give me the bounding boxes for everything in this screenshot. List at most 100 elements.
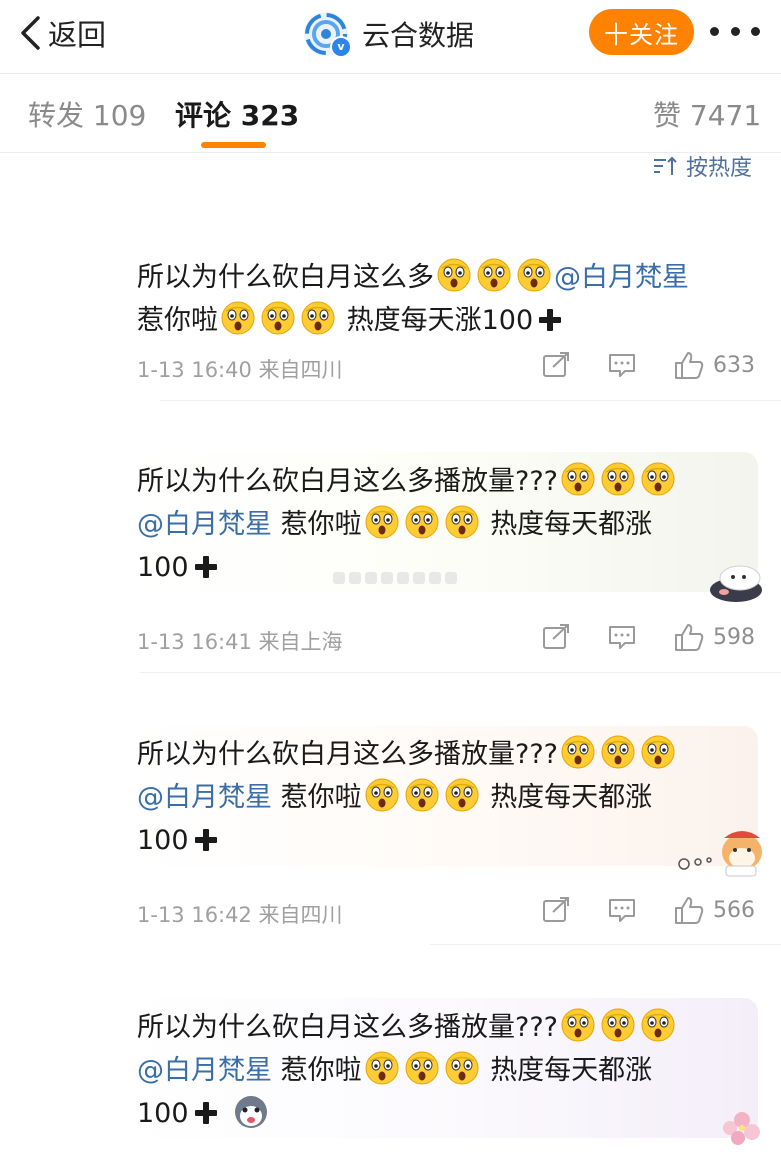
comment-text-part: 100 [137, 552, 189, 583]
comment-item: 所以为什么砍白月这么多 @白月梵星 惹你啦 热度每天涨100 1-13 16:40… [137, 256, 767, 382]
verified-badge-icon: v [330, 36, 352, 58]
shiba-sticker-icon [678, 831, 762, 877]
shocked-face-emoji [444, 778, 479, 812]
comment-meta: 1-13 16:40 来自四川 633 [137, 351, 767, 384]
comment-text-part: 所以为什么砍白月这么多播放量??? [137, 739, 558, 770]
comment-text: 所以为什么砍白月这么多播放量??? @白月梵星 惹你啦 热度每天都涨 100 [137, 733, 767, 862]
shocked-face-emoji [601, 462, 635, 496]
comment-meta: 1-13 16:41 来自上海 598 [137, 623, 767, 656]
mention-link[interactable]: @白月梵星 [137, 1055, 272, 1086]
share-icon[interactable] [541, 623, 571, 651]
shocked-face-emoji [301, 301, 335, 335]
comment-meta: 1-13 16:42 来自四川 566 [137, 896, 767, 929]
comment-text-part: 所以为什么砍白月这么多播放量??? [137, 1012, 558, 1043]
thumbs-up-icon [675, 352, 704, 379]
comment-text-part: 热度每天涨100 [346, 305, 534, 336]
comment-text-part: 热度每天都涨 [490, 1055, 653, 1086]
shocked-face-emoji [561, 462, 595, 496]
shocked-face-emoji [601, 1008, 635, 1042]
avatar[interactable]: v [302, 10, 352, 58]
shocked-face-emoji [437, 258, 471, 292]
shocked-face-emoji [404, 1051, 439, 1085]
more-dot [751, 26, 760, 36]
comment-text-part: 热度每天都涨 [490, 509, 653, 540]
follow-button[interactable]: 十关注 [589, 9, 694, 55]
more-dot [730, 26, 740, 36]
comment-icon[interactable] [607, 623, 637, 651]
like-button[interactable]: 633 [673, 350, 755, 380]
comment-time-location: 1-13 16:41 来自上海 [137, 630, 343, 654]
like-button[interactable]: 566 [673, 895, 755, 925]
shocked-face-emoji [404, 505, 439, 539]
like-count: 566 [713, 897, 755, 923]
thumbs-up-icon [675, 897, 704, 924]
sort-label: 按热度 [686, 156, 753, 181]
shocked-face-emoji [364, 778, 399, 812]
account-header[interactable]: v 云合数据 [302, 10, 474, 58]
share-icon[interactable] [541, 351, 571, 379]
comment-text: 所以为什么砍白月这么多播放量??? @白月梵星 惹你啦 热度每天都涨 100 [137, 1006, 767, 1135]
heavy-plus-icon [539, 309, 562, 331]
mention-link[interactable]: @白月梵星 [137, 509, 272, 540]
cat-sticker-icon [710, 565, 762, 602]
comment-item: 所以为什么砍白月这么多播放量??? @白月梵星 惹你啦 热度每天都涨 100 [137, 1006, 767, 1135]
heavy-plus-icon [194, 829, 217, 851]
more-dots-icon[interactable] [710, 16, 760, 46]
divider [430, 944, 781, 945]
like-count: 598 [713, 624, 755, 650]
shocked-face-emoji [601, 735, 635, 769]
comment-text: 所以为什么砍白月这么多播放量??? @白月梵星 惹你啦 热度每天都涨 100 [137, 460, 767, 589]
more-dot [710, 26, 719, 36]
sort-icon [654, 156, 677, 175]
comment-text-part: 所以为什么砍白月这么多播放量??? [137, 466, 558, 497]
sort-toggle[interactable]: 按热度 [652, 150, 752, 182]
tab-comments[interactable]: 评论 323 [175, 94, 299, 134]
heavy-plus-icon [194, 1102, 217, 1124]
shocked-face-emoji [444, 505, 479, 539]
shocked-face-emoji [477, 258, 511, 292]
comment-text-part: 100 [137, 1098, 189, 1129]
blurred-text [333, 572, 461, 584]
comment-icon[interactable] [607, 896, 637, 924]
shocked-face-emoji [641, 735, 675, 769]
tab-likes[interactable]: 赞 7471 [653, 94, 761, 134]
mention-link[interactable]: @白月梵星 [137, 782, 272, 813]
comment-item: 所以为什么砍白月这么多播放量??? @白月梵星 惹你啦 热度每天都涨 100 1… [137, 733, 767, 927]
back-button[interactable]: 返回 [18, 12, 106, 54]
shocked-face-emoji [364, 505, 399, 539]
comment-text-part: 惹你啦 [280, 782, 362, 813]
back-label: 返回 [48, 18, 107, 52]
like-count: 633 [713, 352, 755, 378]
shocked-face-emoji [364, 1051, 399, 1085]
heavy-plus-icon [194, 556, 217, 578]
comment-text: 所以为什么砍白月这么多 @白月梵星 惹你啦 热度每天涨100 [137, 256, 767, 342]
shocked-face-emoji [641, 1008, 675, 1042]
divider [140, 672, 781, 673]
divider [160, 400, 781, 401]
shocked-face-emoji [561, 1008, 595, 1042]
comment-time-location: 1-13 16:42 来自四川 [137, 903, 343, 927]
flower-sticker-icon [723, 1112, 760, 1145]
shocked-face-emoji [561, 735, 595, 769]
comment-item: 所以为什么砍白月这么多播放量??? @白月梵星 惹你啦 热度每天都涨 100 1… [137, 460, 767, 654]
shocked-face-emoji [261, 301, 295, 335]
share-icon[interactable] [541, 896, 571, 924]
account-name[interactable]: 云合数据 [362, 14, 474, 54]
mention-link[interactable]: @白月梵星 [554, 262, 689, 293]
comment-text-part: 所以为什么砍白月这么多 [137, 262, 434, 293]
comment-icon[interactable] [607, 351, 637, 379]
shocked-face-emoji [641, 462, 675, 496]
comment-text-part: 惹你啦 [280, 1055, 362, 1086]
active-tab-indicator [201, 142, 266, 148]
comment-text-part: 惹你啦 [137, 305, 218, 336]
tab-reposts[interactable]: 转发 109 [28, 94, 146, 134]
husky-emoji-icon [235, 1096, 268, 1128]
comment-time-location: 1-13 16:40 来自四川 [137, 358, 343, 382]
thumbs-up-icon [675, 624, 704, 651]
chevron-left-icon [21, 16, 40, 50]
comment-text-part: 100 [137, 825, 189, 856]
like-button[interactable]: 598 [673, 622, 755, 652]
tab-bar: 转发 109 评论 323 赞 7471 [0, 74, 781, 154]
comment-text-part: 惹你啦 [280, 509, 362, 540]
shocked-face-emoji [404, 778, 439, 812]
